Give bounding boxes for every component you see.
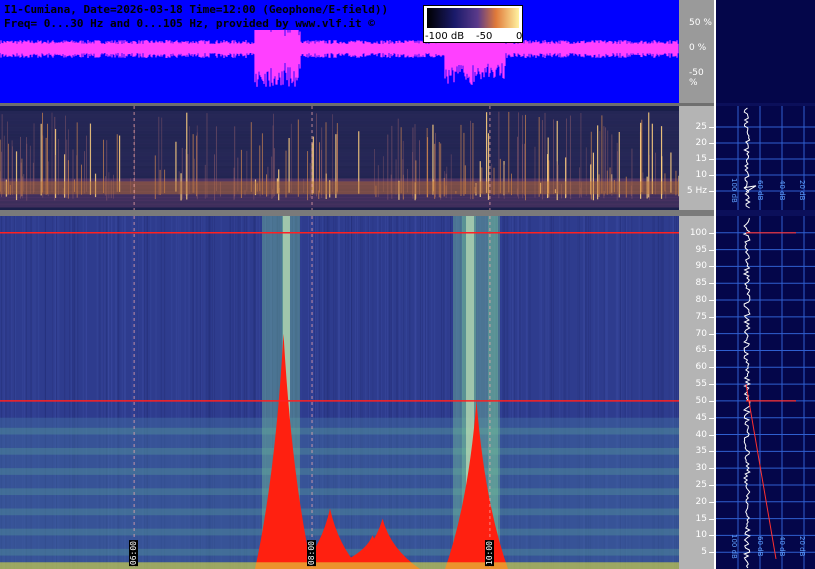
profile-main-label-1: 100 dB: [730, 534, 738, 559]
spectrogram-low-plot: [0, 106, 679, 210]
color-scale-gradient: [427, 8, 519, 28]
spectrogram-low-band: [0, 194, 679, 198]
header-text: I1-Cumiana, Date=2026-03-18 Time=12:00 (…: [4, 3, 388, 31]
spectrogram-main-tick-label: 25: [695, 479, 707, 490]
spectrogram-main-tick-label: 75: [695, 311, 707, 322]
profile-low-label-4: 20 dB: [798, 180, 806, 201]
spectrogram-main-tick-label: 90: [695, 261, 707, 272]
spectrogram-low-band: [0, 159, 679, 163]
waveform-panel: I1-Cumiana, Date=2026-03-18 Time=12:00 (…: [0, 0, 679, 103]
spectrogram-low-band: [0, 146, 679, 150]
profile-low-label-1: 100 dB: [730, 178, 738, 203]
spectrogram-main-panel: 06:00 08:00 10:00: [0, 216, 679, 569]
spectrogram-low-tick-label: 25: [695, 122, 707, 132]
spectrogram-main-tick-label: 50: [695, 395, 707, 406]
profile-main-label-2: 60 dB: [756, 536, 764, 557]
spectrogram-main-plot: [0, 216, 679, 569]
spectrogram-main-floor: [0, 562, 679, 569]
time-label: 10:00: [484, 540, 494, 567]
vlf-monitor-window: I1-Cumiana, Date=2026-03-18 Time=12:00 (…: [0, 0, 815, 569]
spectrogram-main-tick-label: 45: [695, 412, 707, 423]
spectrum-profile-main-plot: [716, 216, 815, 569]
spectrogram-main-tick-label: 100: [689, 227, 707, 238]
spectrogram-low-band: [0, 114, 679, 118]
spectrogram-main-harmonic-band: [0, 508, 679, 516]
profile-main-label-3: 40 dB: [778, 536, 786, 557]
profile-main-label-4: 20 dB: [798, 536, 806, 557]
spectrogram-main-tick-label: 85: [695, 278, 707, 289]
waveform-tick-label: 0 %: [689, 43, 707, 53]
spectrogram-low-band: [0, 168, 679, 173]
scale-label-max: 0: [516, 31, 523, 42]
spectrogram-main-tick-label: 60: [695, 362, 707, 373]
spectrogram-low-band: [0, 155, 679, 160]
profile-low-label-2: 60 dB: [756, 180, 764, 201]
profile-trace: [742, 217, 752, 569]
time-label: 08:00: [307, 540, 317, 567]
spectrogram-main-tick-label: 95: [695, 244, 707, 255]
spectrogram-low-band: [0, 136, 679, 141]
spectrogram-low-band: [0, 149, 679, 154]
spectrogram-low-band: [0, 143, 679, 147]
spectrogram-main-tick-label: 65: [695, 345, 707, 356]
spectrogram-low-band: [0, 133, 679, 138]
spectrogram-low-schumann-band: [0, 181, 679, 195]
spectrogram-low-band: [0, 152, 679, 157]
spectrogram-low-band: [0, 117, 679, 122]
spectrogram-low-axis: 25 20 15 10 5 Hz: [679, 106, 714, 210]
profile-red-trend: [745, 384, 777, 559]
spectrogram-main-harmonic-band: [0, 488, 679, 496]
spectrogram-low-band: [0, 123, 679, 128]
spectrogram-low-band: [0, 139, 679, 144]
spectrogram-low-band: [0, 130, 679, 134]
spectrogram-low-band: [0, 120, 679, 125]
spectrogram-main-tick-label: 55: [695, 379, 707, 390]
spectrogram-low-band: [0, 127, 679, 131]
color-scale-legend: -100 dB -50 0: [423, 5, 523, 43]
spectrogram-low-band: [0, 162, 679, 166]
spectrogram-main-tick-label: 35: [695, 446, 707, 457]
spectrogram-low-band: [0, 178, 679, 182]
waveform-axis: 50 % 0 % -50 %: [679, 0, 714, 103]
spectrogram-main-harmonic-band: [0, 447, 679, 455]
header-line-1: I1-Cumiana, Date=2026-03-18 Time=12:00 (…: [4, 3, 389, 16]
spectrogram-main-tick-label: 80: [695, 295, 707, 306]
spectrogram-low-band: [0, 171, 679, 176]
spectrogram-main-tick-label: 70: [695, 328, 707, 339]
spectrogram-low-tick-label: 20: [695, 138, 707, 148]
profile-trace: [743, 107, 751, 209]
spectrogram-low-band: [0, 200, 679, 205]
waveform-tick-label: 50 %: [689, 18, 712, 28]
spectrogram-main-tick-label: 20: [695, 496, 707, 507]
spectrogram-low-band: [0, 175, 679, 179]
spectrogram-low-band: [0, 203, 679, 208]
waveform-tick-label: -50 %: [689, 68, 704, 88]
spectrogram-main-harmonic-band: [0, 427, 679, 435]
spectrogram-main-tick-label: 30: [695, 463, 707, 474]
spectrogram-low-panel: [0, 106, 679, 210]
spectrogram-main-tick-label: 15: [695, 513, 707, 524]
spectrogram-main-axis: 100 95 90 85 80 75 70 65 60 55 50 45 40 35 30 25 20 15 10 5: [679, 216, 714, 569]
spectrogram-main-harmonic-band: [0, 468, 679, 475]
spectrogram-main-tick-label: 5: [701, 547, 707, 558]
profile-top-blank: [716, 0, 815, 103]
spectrogram-low-tick-label: 5 Hz: [686, 186, 707, 196]
time-label: 06:00: [129, 540, 139, 567]
spectrum-profile-main: 100 dB 60 dB 40 dB 20 dB: [716, 216, 815, 569]
spectrogram-low-band: [0, 111, 679, 115]
spectrogram-low-tick-label: 15: [695, 154, 707, 164]
spectrogram-main-harmonic-band: [0, 528, 679, 536]
scale-label-mid: -50: [476, 31, 493, 42]
spectrum-profile-low: 100 dB 60 dB 40 dB 20 dB: [716, 106, 815, 210]
spectrogram-low-band: [0, 165, 679, 170]
header-line-2: Freq= 0...30 Hz and 0...105 Hz, provided…: [4, 17, 375, 30]
spectrogram-low-band: [0, 197, 679, 202]
spectrogram-main-tick-label: 10: [695, 530, 707, 541]
spectrogram-main-tick-label: 40: [695, 429, 707, 440]
scale-label-min: -100 dB: [425, 31, 465, 42]
spectrogram-low-tick-label: 10: [695, 170, 707, 180]
profile-low-label-3: 40 dB: [778, 180, 786, 201]
